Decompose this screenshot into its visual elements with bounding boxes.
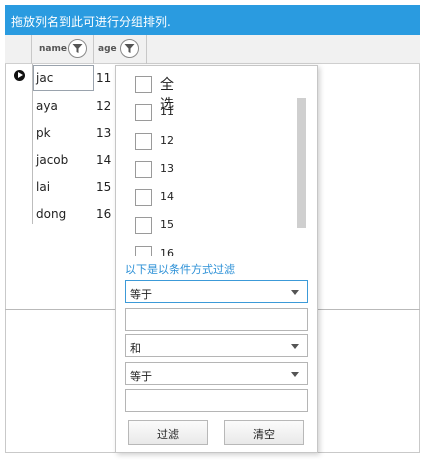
condition-filter-label: 以下是以条件方式过滤 (125, 263, 235, 276)
filter-value-label: 12 (160, 134, 174, 147)
logic-operator-dropdown[interactable]: 和 (125, 334, 308, 357)
filter-value-label: 16 (160, 247, 174, 256)
filter-value-checkbox[interactable] (135, 217, 152, 234)
row-indicator-column (5, 64, 31, 224)
filter-value-checkbox[interactable] (135, 189, 152, 206)
operator-dropdown-2[interactable]: 等于 (125, 362, 308, 385)
operator-dropdown-1[interactable]: 等于 (125, 280, 308, 303)
filter-value-checkbox[interactable] (135, 104, 152, 121)
table-cell-age[interactable]: 11 (96, 71, 111, 85)
current-row-icon (14, 70, 25, 81)
grid-header: name age (5, 35, 420, 64)
filter-value-label: 11 (160, 105, 174, 118)
filter-button[interactable]: 过滤 (128, 420, 208, 445)
filter-value-checkbox[interactable] (135, 133, 152, 150)
operator-dropdown-2-value: 等于 (130, 370, 152, 383)
group-panel-hint: 拖放列名到此可进行分组排列. (11, 15, 171, 29)
filter-value-checkbox[interactable] (135, 246, 152, 256)
chevron-down-icon (291, 344, 299, 349)
table-cell-age[interactable]: 15 (96, 180, 111, 194)
filter-value-label: 14 (160, 190, 174, 203)
column-header-name[interactable]: name (32, 35, 94, 64)
filter-popup: 全选 11 12 13 14 15 16 以下是以条件方式过滤 等于 和 等于 … (115, 65, 318, 453)
table-cell-name[interactable]: jacob (36, 153, 68, 167)
header-indicator-cell (5, 35, 32, 64)
operator-dropdown-1-value: 等于 (130, 288, 152, 301)
select-all-checkbox[interactable] (135, 76, 152, 93)
table-cell-name[interactable]: aya (36, 99, 58, 113)
column-header-age[interactable]: age (94, 35, 147, 64)
chevron-down-icon (291, 372, 299, 377)
filter-value-checkbox[interactable] (135, 161, 152, 178)
table-cell-name[interactable]: lai (36, 180, 50, 194)
table-cell-age[interactable]: 16 (96, 207, 111, 221)
clear-button[interactable]: 清空 (224, 420, 304, 445)
table-cell-age[interactable]: 12 (96, 99, 111, 113)
column-header-name-label: name (39, 44, 67, 54)
group-panel[interactable]: 拖放列名到此可进行分组排列. (5, 5, 420, 35)
column-header-age-label: age (98, 44, 117, 54)
filter-icon[interactable] (68, 39, 87, 58)
filter-list-scrollbar[interactable] (297, 98, 306, 228)
table-cell-age[interactable]: 14 (96, 153, 111, 167)
filter-value-input-2[interactable] (125, 389, 308, 412)
filter-value-label: 15 (160, 218, 174, 231)
filter-values-list[interactable]: 全选 11 12 13 14 15 16 (116, 66, 319, 256)
filter-value-input-1[interactable] (125, 308, 308, 331)
table-cell-name[interactable]: pk (36, 126, 51, 140)
table-cell-name[interactable]: dong (36, 207, 66, 221)
logic-operator-dropdown-value: 和 (130, 342, 141, 355)
filter-value-label: 13 (160, 162, 174, 175)
table-cell-age[interactable]: 13 (96, 126, 111, 140)
chevron-down-icon (291, 290, 299, 295)
table-cell-name[interactable]: jac (36, 71, 53, 85)
filter-icon[interactable] (120, 39, 139, 58)
